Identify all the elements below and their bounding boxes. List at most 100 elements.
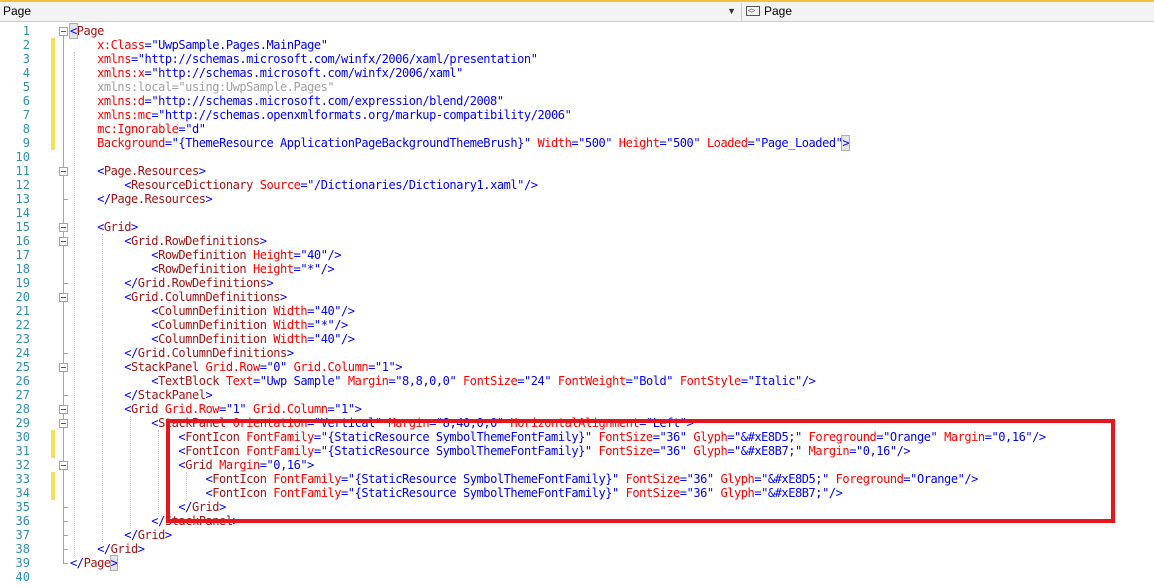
line-number: 32 — [15, 458, 30, 472]
line-number: 29 — [15, 416, 30, 430]
code-line[interactable]: <FontIcon FontFamily="{StaticResource Sy… — [70, 472, 979, 486]
type-dropdown[interactable]: Page ▼ — [0, 3, 739, 21]
line-number: 21 — [15, 304, 30, 318]
line-number: 22 — [15, 318, 30, 332]
collapse-toggle-icon[interactable] — [59, 363, 68, 372]
code-line[interactable]: <FontIcon FontFamily="{StaticResource Sy… — [70, 444, 910, 458]
indent-guide — [74, 52, 75, 556]
fold-region-end — [63, 507, 68, 508]
code-line[interactable]: <TextBlock Text="Uwp Sample" Margin="8,8… — [70, 374, 816, 388]
change-marker — [51, 430, 55, 458]
line-number: 8 — [22, 122, 30, 136]
fold-region-end — [63, 563, 68, 564]
code-line[interactable]: </StackPanel> — [70, 388, 213, 402]
collapse-toggle-icon[interactable] — [59, 461, 68, 470]
code-line[interactable]: Background="{ThemeResource ApplicationPa… — [70, 135, 851, 151]
collapse-toggle-icon[interactable] — [59, 223, 68, 232]
code-line[interactable]: <Page.Resources> — [70, 164, 206, 178]
code-line[interactable]: </Page.Resources> — [70, 192, 213, 206]
line-number: 30 — [15, 430, 30, 444]
code-line[interactable]: <Page — [69, 23, 104, 39]
line-number: 28 — [15, 402, 30, 416]
code-line[interactable]: <Grid.RowDefinitions> — [70, 234, 267, 248]
line-number: 14 — [15, 206, 30, 220]
code-line[interactable]: </Grid.ColumnDefinitions> — [70, 346, 294, 360]
line-number: 24 — [15, 346, 30, 360]
code-line[interactable]: <RowDefinition Height="*"/> — [70, 262, 334, 276]
code-line[interactable]: <FontIcon FontFamily="{StaticResource Sy… — [70, 430, 1046, 444]
line-number: 16 — [15, 234, 30, 248]
code-line[interactable]: <RowDefinition Height="40"/> — [70, 248, 341, 262]
line-number: 38 — [15, 542, 30, 556]
code-line[interactable]: xmlns="http://schemas.microsoft.com/winf… — [70, 52, 538, 66]
change-marker — [51, 472, 55, 500]
line-number: 19 — [15, 276, 30, 290]
code-line[interactable]: xmlns:d="http://schemas.microsoft.com/ex… — [70, 94, 504, 108]
code-line[interactable]: <ColumnDefinition Width="40"/> — [70, 332, 355, 346]
fold-region-end — [63, 353, 68, 354]
code-line[interactable]: <Grid Margin="0,16"> — [70, 458, 314, 472]
collapse-toggle-icon[interactable] — [59, 419, 68, 428]
fold-region-line — [63, 372, 64, 395]
line-number: 4 — [22, 66, 30, 80]
collapse-toggle-icon[interactable] — [59, 237, 68, 246]
collapse-toggle-icon[interactable] — [59, 167, 68, 176]
code-line[interactable]: xmlns:mc="http://schemas.openxmlformats.… — [70, 108, 572, 122]
indent-guide — [186, 472, 187, 500]
line-number: 13 — [15, 192, 30, 206]
collapse-toggle-icon[interactable] — [59, 405, 68, 414]
line-number: 36 — [15, 514, 30, 528]
fold-region-line — [63, 470, 64, 507]
text-caret — [117, 556, 119, 569]
code-line[interactable]: xmlns:x="http://schemas.microsoft.com/wi… — [70, 66, 463, 80]
fold-region-line — [63, 176, 64, 199]
line-number: 25 — [15, 360, 30, 374]
navigation-bar: Page ▼ Page — [0, 0, 1154, 22]
line-number: 15 — [15, 220, 30, 234]
code-line[interactable]: </Grid> — [70, 528, 172, 542]
line-number: 33 — [15, 472, 30, 486]
code-line[interactable]: <StackPanel Orientation="Vertical" Margi… — [70, 416, 693, 430]
indent-guide — [102, 234, 103, 542]
line-number: 6 — [22, 94, 30, 108]
line-number: 10 — [15, 150, 30, 164]
line-number: 37 — [15, 528, 30, 542]
line-number: 27 — [15, 388, 30, 402]
fold-region-line — [63, 302, 64, 353]
fold-region-end — [63, 199, 68, 200]
line-number: 11 — [15, 164, 30, 178]
code-line[interactable]: </Grid.RowDefinitions> — [70, 276, 273, 290]
line-number: 23 — [15, 332, 30, 346]
line-number: 18 — [15, 262, 30, 276]
line-number: 20 — [15, 290, 30, 304]
line-number: 9 — [22, 136, 30, 150]
chevron-down-icon[interactable]: ▼ — [727, 3, 736, 20]
code-line[interactable]: <Grid> — [70, 220, 138, 234]
code-line[interactable]: </Grid> — [70, 500, 226, 514]
change-marker — [51, 38, 55, 150]
collapse-toggle-icon[interactable] — [59, 293, 68, 302]
line-number: 5 — [22, 80, 30, 94]
code-line[interactable]: mc:Ignorable="d" — [70, 122, 206, 136]
code-editor[interactable]: 1 2 3 4 5 6 7 8 9 10 11 12 13 14 15 16 17 18 19 20 21 22 23 24 2… — [0, 22, 1154, 586]
indent-guide — [130, 416, 131, 528]
code-line[interactable]: </StackPanel> — [70, 514, 240, 528]
fold-region-end — [63, 549, 68, 550]
code-line[interactable]: <ColumnDefinition Width="*"/> — [70, 318, 348, 332]
code-line[interactable]: <StackPanel Grid.Row="0" Grid.Column="1"… — [70, 360, 402, 374]
code-line[interactable]: xmlns:local="using:UwpSample.Pages" — [70, 80, 335, 94]
line-number: 12 — [15, 178, 30, 192]
member-dropdown[interactable]: Page — [741, 3, 1154, 21]
code-line[interactable]: x:Class="UwpSample.Pages.MainPage" — [70, 38, 328, 52]
code-line[interactable]: <ColumnDefinition Width="40"/> — [70, 304, 355, 318]
code-line[interactable]: <Grid Grid.Row="1" Grid.Column="1"> — [70, 402, 362, 416]
collapse-toggle-icon[interactable] — [59, 27, 68, 36]
line-number: 26 — [15, 374, 30, 388]
code-line[interactable]: </Grid> — [70, 542, 145, 556]
code-line[interactable]: </Page> — [70, 555, 119, 571]
code-line[interactable]: <ResourceDictionary Source="/Dictionarie… — [70, 178, 538, 192]
line-number: 39 — [15, 556, 30, 570]
xaml-element-icon — [746, 3, 760, 20]
line-number: 3 — [22, 52, 30, 66]
fold-region-end — [63, 283, 68, 284]
